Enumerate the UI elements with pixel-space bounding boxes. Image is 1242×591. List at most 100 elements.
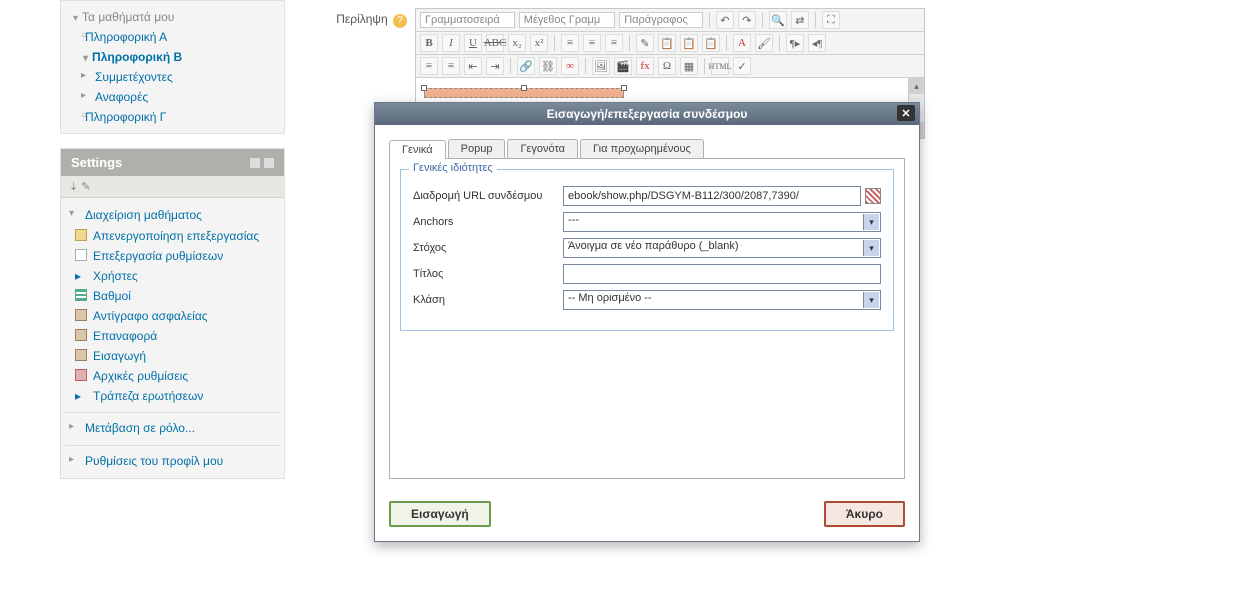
chevron-right-icon: ▸ xyxy=(75,389,87,401)
equation-button[interactable]: fx xyxy=(636,57,654,75)
html-button[interactable]: HTML xyxy=(711,57,729,75)
nolink-button[interactable]: ∞ xyxy=(561,57,579,75)
restore-link[interactable]: Επαναφορά xyxy=(65,326,280,346)
anchors-select[interactable]: --- ▾ xyxy=(563,212,881,232)
course-reports-link[interactable]: Αναφορές xyxy=(65,87,280,107)
turn-editing-off-link[interactable]: Απενεργοποίηση επεξεργασίας xyxy=(65,226,280,246)
reset-link[interactable]: Αρχικές ρυθμίσεις xyxy=(65,366,280,386)
general-fieldset: Γενικές ιδιότητες Διαδρομή URL συνδέσμου… xyxy=(400,169,894,331)
bold-button[interactable]: B xyxy=(420,34,438,52)
settings-icon xyxy=(75,249,87,261)
italic-button[interactable]: I xyxy=(442,34,460,52)
tab-popup[interactable]: Popup xyxy=(448,139,506,158)
scroll-up-icon[interactable]: ▴ xyxy=(909,78,924,94)
align-center-button[interactable]: ≡ xyxy=(583,34,601,52)
edit-settings-link[interactable]: Επεξεργασία ρυθμίσεων xyxy=(65,246,280,266)
link-button[interactable]: 🔗 xyxy=(517,57,535,75)
subscript-button[interactable]: x₂ xyxy=(508,34,526,52)
settings-toolbar: ⇣ ✎ xyxy=(61,176,284,198)
selected-content[interactable] xyxy=(424,88,624,98)
reset-icon xyxy=(75,369,87,381)
settings-header: Settings xyxy=(61,149,284,176)
course-participants-link[interactable]: Συμμετέχοντες xyxy=(65,67,280,87)
unlink-button[interactable]: ⛓ xyxy=(539,57,557,75)
switch-role-link[interactable]: Μετάβαση σε ρόλο... xyxy=(65,417,280,439)
bg-color-button[interactable]: 🖌 xyxy=(755,34,773,52)
question-bank-link[interactable]: ▸Τράπεζα ερωτήσεων xyxy=(65,386,280,406)
title-input[interactable] xyxy=(563,264,881,284)
find-button[interactable]: 🔍 xyxy=(769,11,787,29)
browse-icon[interactable] xyxy=(865,188,881,204)
course-link-informatics-c[interactable]: Πληροφορική Γ xyxy=(65,107,280,127)
chevron-right-icon: ▸ xyxy=(75,269,87,281)
image-button[interactable]: 🖼 xyxy=(592,57,610,75)
fullscreen-button[interactable]: ⛶ xyxy=(822,11,840,29)
insert-button[interactable]: Εισαγωγή xyxy=(389,501,491,527)
my-courses-heading[interactable]: Τα μαθήματά μου xyxy=(65,7,280,27)
format-select[interactable]: Παράγραφος xyxy=(619,12,703,28)
target-select[interactable]: Άνοιγμα σε νέο παράθυρο (_blank) ▾ xyxy=(563,238,881,258)
tab-general[interactable]: Γενικά xyxy=(389,140,446,159)
table-button[interactable]: ▦ xyxy=(680,57,698,75)
text-color-button[interactable]: A xyxy=(733,34,751,52)
strike-button[interactable]: ABC xyxy=(486,34,504,52)
align-right-button[interactable]: ≡ xyxy=(605,34,623,52)
font-size-select[interactable]: Μέγεθος Γραμμ xyxy=(519,12,615,28)
url-label: Διαδρομή URL συνδέσμου xyxy=(413,190,563,202)
redo-button[interactable]: ↷ xyxy=(738,11,756,29)
cancel-button[interactable]: Άκυρο xyxy=(824,501,905,527)
font-family-select[interactable]: Γραμματοσειρά xyxy=(420,12,515,28)
import-icon xyxy=(75,349,87,361)
courses-nav: Τα μαθήματά μου Πληροφορική Α Πληροφορικ… xyxy=(60,0,285,134)
indent-button[interactable]: ⇥ xyxy=(486,57,504,75)
outdent-button[interactable]: ⇤ xyxy=(464,57,482,75)
title-label: Τίτλος xyxy=(413,268,563,280)
class-select[interactable]: -- Μη ορισμένο -- ▾ xyxy=(563,290,881,310)
course-link-informatics-b[interactable]: Πληροφορική Β xyxy=(65,47,280,67)
dialog-tabs: Γενικά Popup Γεγονότα Για προχωρημένους xyxy=(389,139,905,159)
hide-icon[interactable] xyxy=(264,158,274,168)
rtl-button[interactable]: ◂¶ xyxy=(808,34,826,52)
dock-icon[interactable] xyxy=(250,158,260,168)
profile-settings-link[interactable]: Ρυθμίσεις του προφίλ μου xyxy=(65,450,280,472)
tab-panel-general: Γενικές ιδιότητες Διαδρομή URL συνδέσμου… xyxy=(389,159,905,479)
undo-button[interactable]: ↶ xyxy=(716,11,734,29)
spellcheck-button[interactable]: ✓ xyxy=(733,57,751,75)
settings-title: Settings xyxy=(71,155,122,170)
char-button[interactable]: Ω xyxy=(658,57,676,75)
course-admin-heading[interactable]: Διαχείριση μαθήματος xyxy=(65,204,280,226)
summary-label: Περίληψη ? xyxy=(305,8,415,28)
paste-text-button[interactable]: 📋 xyxy=(658,34,676,52)
tab-advanced[interactable]: Για προχωρημένους xyxy=(580,139,704,158)
unordered-list-button[interactable]: ≡ xyxy=(442,57,460,75)
close-button[interactable]: ✕ xyxy=(897,105,915,121)
anchors-label: Anchors xyxy=(413,216,563,228)
paste-button[interactable]: 📋 xyxy=(702,34,720,52)
replace-button[interactable]: ⇄ xyxy=(791,11,809,29)
edit-icon xyxy=(75,229,87,241)
tab-events[interactable]: Γεγονότα xyxy=(507,139,578,158)
chevron-down-icon: ▾ xyxy=(863,214,879,230)
course-link-informatics-a[interactable]: Πληροφορική Α xyxy=(65,27,280,47)
superscript-button[interactable]: x² xyxy=(530,34,548,52)
target-label: Στόχος xyxy=(413,242,563,254)
class-label: Κλάση xyxy=(413,294,563,306)
align-left-button[interactable]: ≡ xyxy=(561,34,579,52)
cleanup-button[interactable]: ✎ xyxy=(636,34,654,52)
help-icon[interactable]: ? xyxy=(393,14,407,28)
fieldset-legend: Γενικές ιδιότητες xyxy=(409,162,497,174)
import-link[interactable]: Εισαγωγή xyxy=(65,346,280,366)
users-link[interactable]: ▸Χρήστες xyxy=(65,266,280,286)
backup-link[interactable]: Αντίγραφο ασφαλείας xyxy=(65,306,280,326)
settings-block: Settings ⇣ ✎ Διαχείριση μαθήματος Απενερ… xyxy=(60,148,285,479)
url-input[interactable] xyxy=(563,186,861,206)
paste-word-button[interactable]: 📋 xyxy=(680,34,698,52)
dialog-title-bar[interactable]: Εισαγωγή/επεξεργασία συνδέσμου ✕ xyxy=(375,103,919,125)
backup-icon xyxy=(75,309,87,321)
grades-link[interactable]: Βαθμοί xyxy=(65,286,280,306)
underline-button[interactable]: U xyxy=(464,34,482,52)
ordered-list-button[interactable]: ≡ xyxy=(420,57,438,75)
ltr-button[interactable]: ¶▸ xyxy=(786,34,804,52)
media-button[interactable]: 🎬 xyxy=(614,57,632,75)
link-dialog: Εισαγωγή/επεξεργασία συνδέσμου ✕ Γενικά … xyxy=(374,102,920,542)
